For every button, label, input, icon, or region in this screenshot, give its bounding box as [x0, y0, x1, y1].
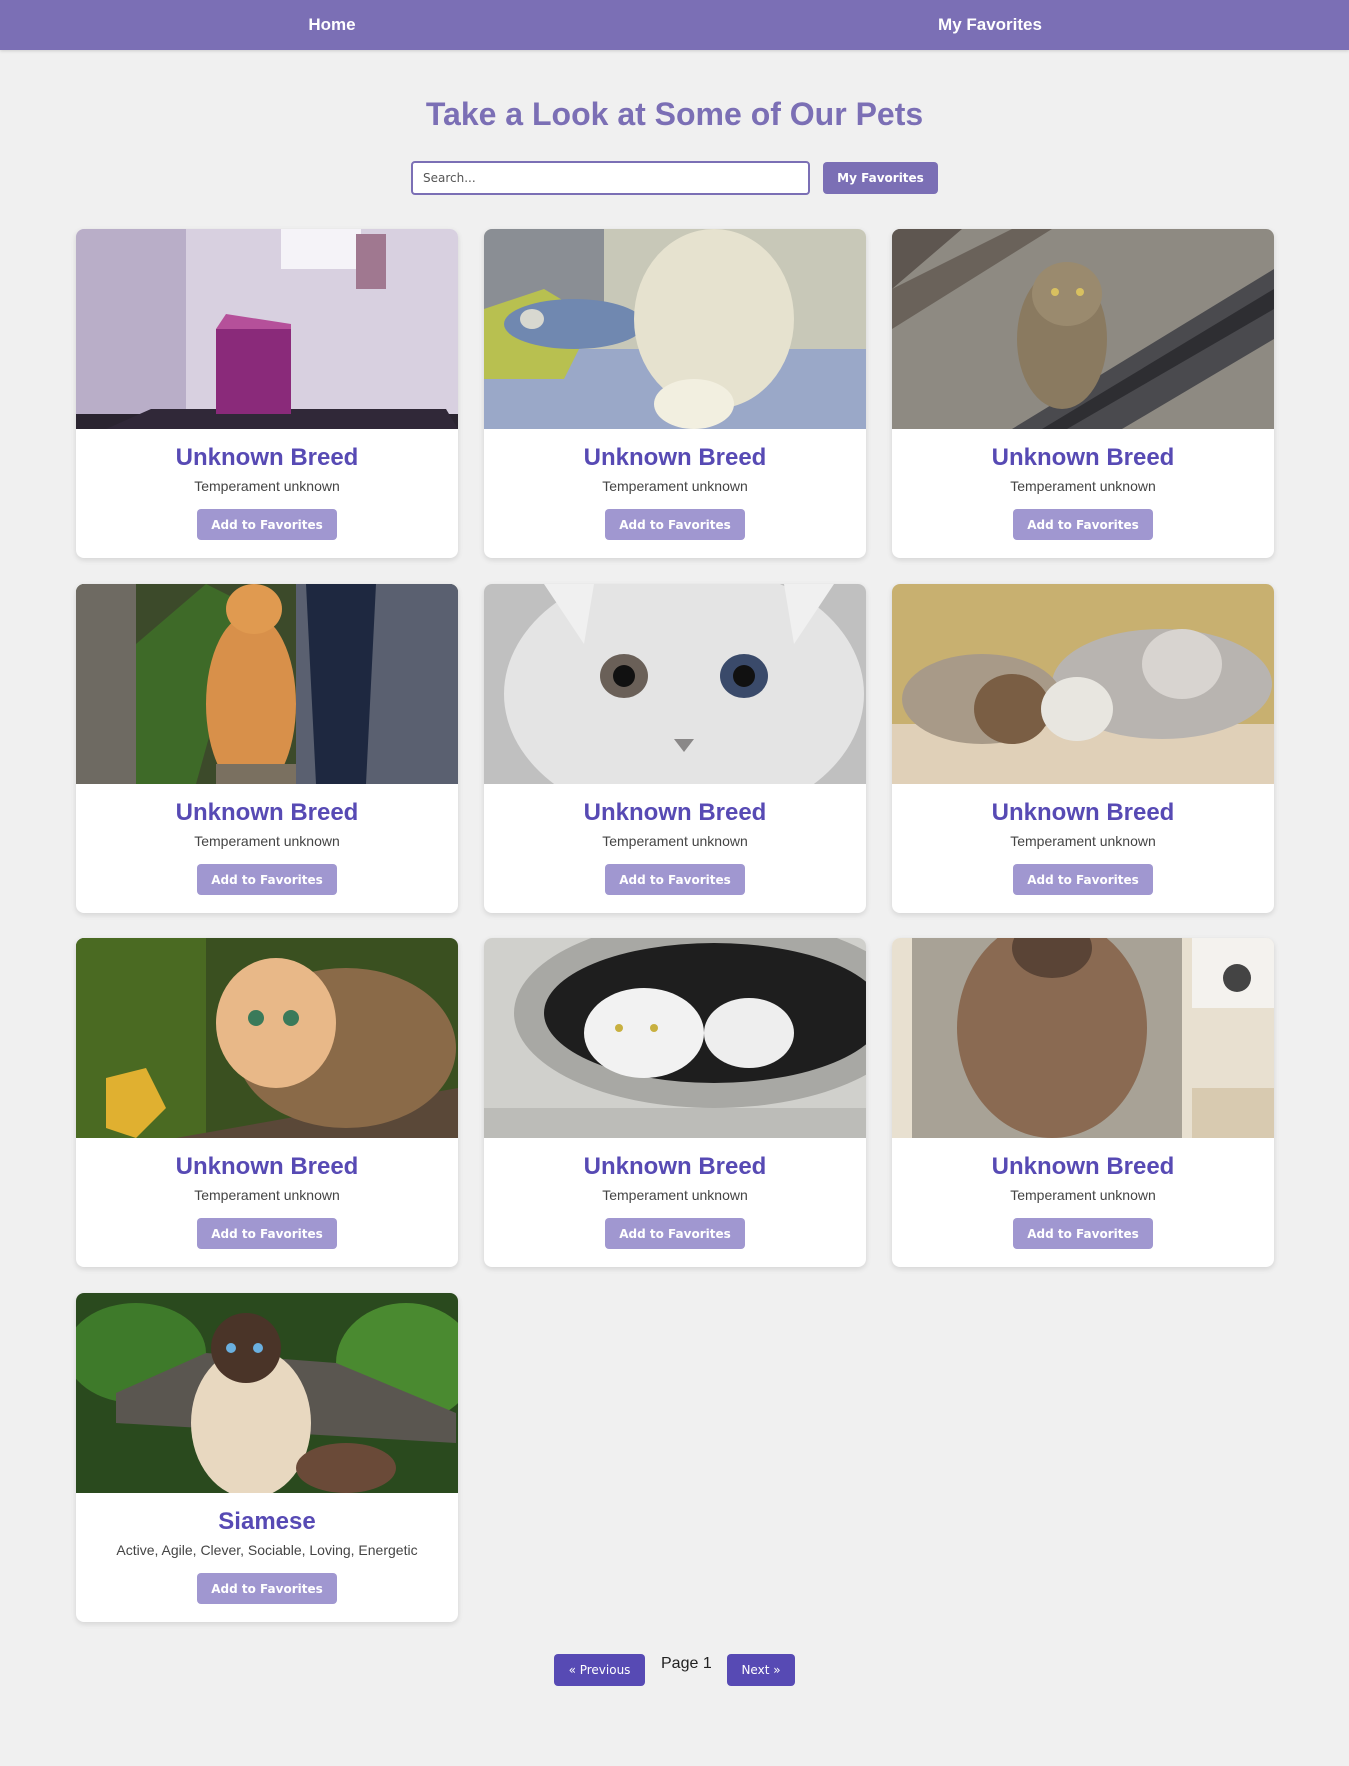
card-temperament: Temperament unknown: [194, 1187, 340, 1203]
pet-card: Unknown Breed Temperament unknown Add to…: [76, 938, 458, 1267]
pet-photo: [76, 584, 458, 784]
pet-card: Unknown Breed Temperament unknown Add to…: [892, 229, 1274, 558]
pet-photo: [484, 938, 866, 1138]
card-temperament: Temperament unknown: [1010, 833, 1156, 849]
add-to-favorites-button[interactable]: Add to Favorites: [1013, 864, 1153, 895]
card-temperament: Temperament unknown: [602, 1187, 748, 1203]
page-title: Take a Look at Some of Our Pets: [425, 96, 924, 132]
add-to-favorites-button[interactable]: Add to Favorites: [197, 509, 337, 540]
card-title: Unknown Breed: [175, 444, 359, 471]
card-temperament: Active, Agile, Clever, Sociable, Loving,…: [116, 1542, 418, 1558]
pet-card: Unknown Breed Temperament unknown Add to…: [892, 584, 1274, 913]
pet-card: Unknown Breed Temperament unknown Add to…: [892, 938, 1274, 1267]
card-title: Unknown Breed: [991, 799, 1175, 826]
add-to-favorites-button[interactable]: Add to Favorites: [197, 1573, 337, 1604]
add-to-favorites-button[interactable]: Add to Favorites: [605, 1218, 745, 1249]
card-title: Unknown Breed: [175, 799, 359, 826]
add-to-favorites-button[interactable]: Add to Favorites: [605, 864, 745, 895]
search-input[interactable]: [411, 161, 810, 195]
pet-card: Siamese Active, Agile, Clever, Sociable,…: [76, 1293, 458, 1622]
card-title: Unknown Breed: [175, 1153, 359, 1180]
card-title: Unknown Breed: [583, 799, 767, 826]
pet-photo: [892, 938, 1274, 1138]
card-temperament: Temperament unknown: [602, 833, 748, 849]
card-temperament: Temperament unknown: [194, 833, 340, 849]
add-to-favorites-button[interactable]: Add to Favorites: [1013, 509, 1153, 540]
card-temperament: Temperament unknown: [1010, 1187, 1156, 1203]
add-to-favorites-button[interactable]: Add to Favorites: [605, 509, 745, 540]
card-temperament: Temperament unknown: [1010, 478, 1156, 494]
card-temperament: Temperament unknown: [602, 478, 748, 494]
pet-card: Unknown Breed Temperament unknown Add to…: [76, 229, 458, 558]
next-page-button[interactable]: Next »: [727, 1654, 795, 1686]
previous-page-button[interactable]: « Previous: [554, 1654, 645, 1686]
card-title: Unknown Breed: [583, 1153, 767, 1180]
page-indicator: Page 1: [661, 1655, 712, 1672]
pet-photo: [892, 229, 1274, 429]
nav-home-link[interactable]: Home: [308, 0, 355, 50]
pet-photo: [76, 229, 458, 429]
pet-card: Unknown Breed Temperament unknown Add to…: [484, 584, 866, 913]
pet-card: Unknown Breed Temperament unknown Add to…: [76, 584, 458, 913]
top-navbar: Home My Favorites: [0, 0, 1349, 50]
pet-photo: [484, 229, 866, 429]
my-favorites-button[interactable]: My Favorites: [823, 162, 938, 194]
pet-photo: [484, 584, 866, 784]
add-to-favorites-button[interactable]: Add to Favorites: [197, 1218, 337, 1249]
pet-photo: [76, 938, 458, 1138]
card-title: Unknown Breed: [991, 1153, 1175, 1180]
add-to-favorites-button[interactable]: Add to Favorites: [1013, 1218, 1153, 1249]
card-title: Unknown Breed: [583, 444, 767, 471]
card-temperament: Temperament unknown: [194, 478, 340, 494]
pet-card: Unknown Breed Temperament unknown Add to…: [484, 938, 866, 1267]
nav-favorites-link[interactable]: My Favorites: [938, 0, 1042, 50]
pet-card: Unknown Breed Temperament unknown Add to…: [484, 229, 866, 558]
add-to-favorites-button[interactable]: Add to Favorites: [197, 864, 337, 895]
pet-photo: [76, 1293, 458, 1493]
pet-photo: [892, 584, 1274, 784]
card-title: Siamese: [218, 1508, 316, 1535]
card-title: Unknown Breed: [991, 444, 1175, 471]
